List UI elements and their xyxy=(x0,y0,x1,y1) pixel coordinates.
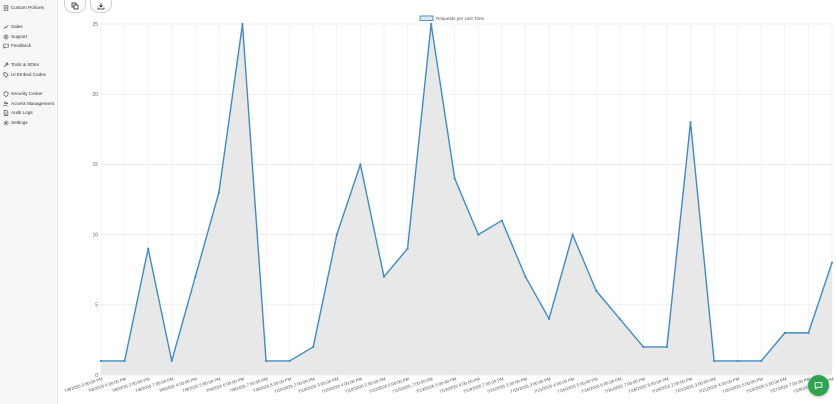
y-tick-label: 25 xyxy=(92,22,98,28)
sidebar-item-label: Access Management xyxy=(11,101,54,106)
policy-icon xyxy=(3,4,9,11)
data-point[interactable] xyxy=(595,289,598,292)
data-point[interactable] xyxy=(712,359,716,363)
data-point[interactable] xyxy=(217,191,221,194)
data-point[interactable] xyxy=(618,317,621,320)
sidebar-item-feedback[interactable]: Feedback xyxy=(3,41,31,50)
y-tick-label: 15 xyxy=(92,162,98,168)
sidebar-item-label: Audit Logs xyxy=(11,110,33,115)
sidebar-item-label: Support xyxy=(11,34,28,39)
sidebar-item-access-management[interactable]: Access Management xyxy=(3,99,54,108)
sales-icon xyxy=(3,24,9,30)
y-tick-label: 20 xyxy=(92,92,98,98)
sidebar-item-label: Security Center xyxy=(11,91,43,96)
data-point[interactable] xyxy=(500,219,503,222)
data-point[interactable] xyxy=(807,331,810,334)
data-point[interactable] xyxy=(312,345,315,349)
y-tick-label: 10 xyxy=(92,232,98,238)
sidebar-item-support[interactable]: Support xyxy=(3,32,27,41)
data-point[interactable] xyxy=(99,359,103,363)
data-point[interactable] xyxy=(406,247,409,250)
sidebar-item-ui-embed-codes[interactable]: UI Embed Codes xyxy=(3,70,46,79)
chat-icon xyxy=(814,381,823,390)
data-point[interactable] xyxy=(571,233,574,236)
shield-icon xyxy=(3,90,9,97)
sidebar-item-settings[interactable]: Settings xyxy=(3,118,28,127)
sidebar-item-security-center[interactable]: Security Center xyxy=(3,89,43,98)
data-point[interactable] xyxy=(430,22,433,26)
data-point[interactable] xyxy=(359,163,362,166)
data-point[interactable] xyxy=(194,275,197,278)
sidebar-item-custom-policies[interactable]: Custom Policies xyxy=(3,3,44,12)
legend-label: Requests per Unit Time xyxy=(436,16,484,21)
data-point[interactable] xyxy=(736,359,739,363)
requests-area-chart: 05101520257/8/2026 5:00:00 PM7/8/2026 6:… xyxy=(64,15,835,394)
data-point[interactable] xyxy=(241,22,244,26)
data-point[interactable] xyxy=(547,317,551,320)
sidebar-item-label: Custom Policies xyxy=(11,5,44,10)
data-point[interactable] xyxy=(264,359,268,363)
tools-icon xyxy=(3,61,9,68)
data-point[interactable] xyxy=(689,121,692,124)
series-area-fill xyxy=(101,24,832,375)
data-point[interactable] xyxy=(477,233,480,236)
sidebar-item-label: Feedback xyxy=(11,43,32,48)
data-point[interactable] xyxy=(783,331,786,334)
sidebar-item-label: Sales xyxy=(11,24,23,29)
sidebar-item-label: UI Embed Codes xyxy=(11,72,46,77)
data-point[interactable] xyxy=(170,359,173,363)
data-point[interactable] xyxy=(147,247,150,250)
chart-area-layer xyxy=(101,23,833,375)
gear-icon xyxy=(3,120,9,126)
sidebar-item-label: Settings xyxy=(11,120,28,125)
chat-button[interactable] xyxy=(808,375,829,396)
data-point[interactable] xyxy=(665,345,669,349)
chart-legend[interactable]: Requests per Unit Time xyxy=(419,15,484,21)
data-point[interactable] xyxy=(288,359,291,363)
data-point[interactable] xyxy=(382,275,386,278)
tag-icon xyxy=(3,71,9,78)
data-point[interactable] xyxy=(335,233,338,236)
sidebar-item-tools-sdks[interactable]: Tools & SDKs xyxy=(3,60,39,69)
support-icon xyxy=(3,34,9,40)
data-point[interactable] xyxy=(760,359,763,363)
sidebar-item-label: Tools & SDKs xyxy=(11,62,40,67)
document-icon xyxy=(3,109,9,116)
data-point[interactable] xyxy=(453,177,456,180)
data-point[interactable] xyxy=(642,345,645,349)
sidebar-item-sales[interactable]: Sales xyxy=(3,22,23,31)
sidebar-item-audit-logs[interactable]: Audit Logs xyxy=(3,108,33,117)
legend-swatch xyxy=(419,15,434,21)
users-icon xyxy=(3,101,9,107)
data-point[interactable] xyxy=(123,359,126,363)
data-point[interactable] xyxy=(830,261,834,264)
data-point[interactable] xyxy=(524,275,527,278)
feedback-icon xyxy=(3,43,9,49)
y-tick-label: 5 xyxy=(95,303,98,309)
